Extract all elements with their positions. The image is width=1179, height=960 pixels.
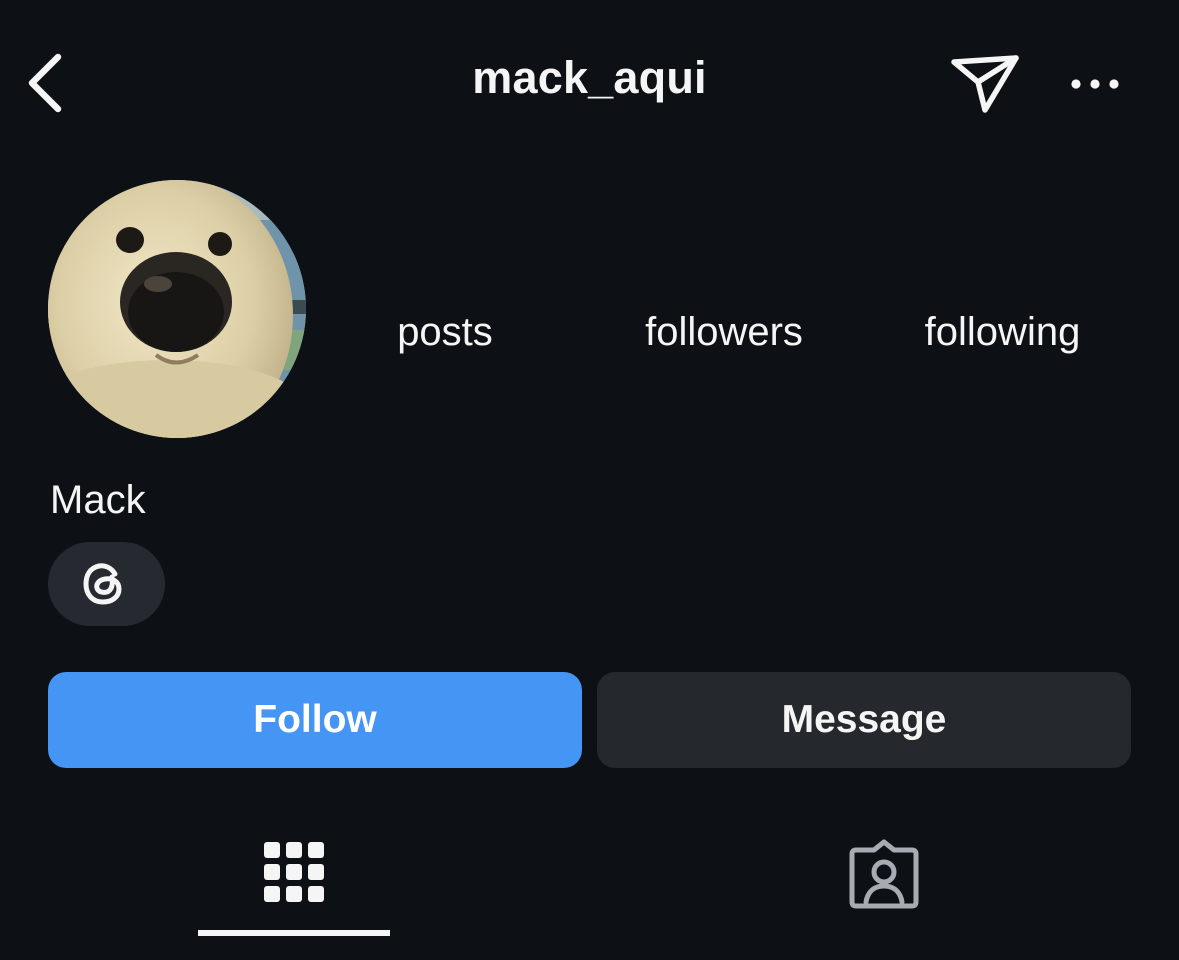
more-horizontal-icon: [1071, 79, 1119, 89]
followers-stat[interactable]: followers: [610, 310, 838, 355]
posts-label: posts: [397, 310, 493, 354]
paper-plane-icon: [951, 55, 1019, 113]
active-tab-indicator: [198, 930, 390, 936]
message-button[interactable]: Message: [597, 672, 1131, 768]
posts-stat[interactable]: posts: [360, 310, 530, 355]
avatar[interactable]: [48, 180, 306, 438]
threads-link-button[interactable]: [48, 542, 165, 626]
tagged-icon: [849, 839, 919, 909]
display-name: Mack: [50, 478, 146, 522]
follow-button[interactable]: Follow: [48, 672, 582, 768]
tab-tagged[interactable]: [788, 820, 980, 930]
threads-icon: [83, 563, 122, 605]
following-label: following: [924, 310, 1081, 354]
more-options-button[interactable]: [1064, 62, 1128, 106]
avatar-image: [48, 180, 306, 438]
followers-label: followers: [645, 310, 803, 354]
following-stat[interactable]: following: [900, 310, 1105, 355]
tab-posts-grid[interactable]: [198, 820, 390, 930]
grid-icon: [264, 842, 324, 902]
send-button[interactable]: [944, 46, 1026, 120]
